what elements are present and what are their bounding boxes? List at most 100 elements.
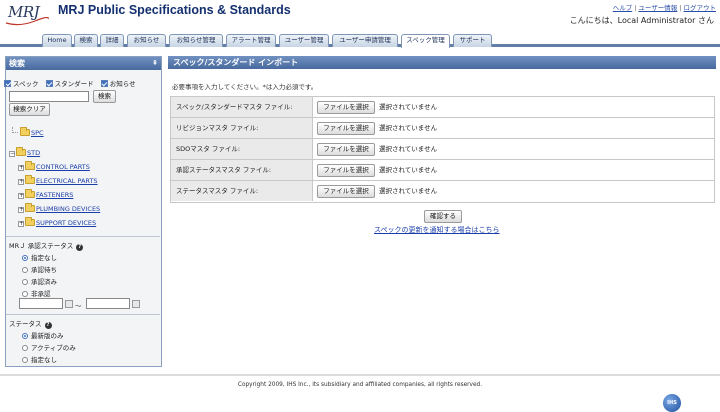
choose-file-button[interactable]: ファイルを選択 <box>317 122 375 135</box>
tree-item-control-parts[interactable]: + CONTROL PARTS <box>18 161 90 171</box>
file-value: ファイルを選択 選択されていません <box>313 118 714 138</box>
tree-item-support-devices[interactable]: + SUPPORT DEVICES <box>18 217 96 227</box>
checkbox-spec[interactable] <box>4 80 11 87</box>
checkbox-standard-label: スタンダード <box>54 80 94 88</box>
help-icon[interactable]: ? <box>44 322 52 329</box>
expand-plus-icon[interactable]: + <box>18 179 24 185</box>
date-to-input[interactable] <box>86 298 130 309</box>
copyright: Copyright 2009, IHS Inc., its subsidiary… <box>237 382 483 388</box>
radio-status-latest[interactable]: 最新版のみ <box>22 330 64 340</box>
tab-spec-admin[interactable]: スペック管理 <box>401 34 450 48</box>
tree-item-spc[interactable]: SPC <box>12 127 44 137</box>
choose-file-button[interactable]: ファイルを選択 <box>317 164 375 177</box>
folder-icon <box>20 127 30 136</box>
file-value: ファイルを選択 選択されていません <box>313 160 714 180</box>
tree-link-electrical-parts[interactable]: ELECTRICAL PARTS <box>36 177 98 185</box>
expand-plus-icon[interactable]: + <box>18 207 24 213</box>
search-input[interactable] <box>9 91 89 102</box>
tab-details[interactable]: 詳細 <box>100 34 124 47</box>
file-value: ファイルを選択 選択されていません <box>313 181 714 201</box>
file-row: ステータスマスタ ファイル: ファイルを選択 選択されていません <box>171 181 714 202</box>
main-title: スペック/スタンダード インポート <box>168 56 716 69</box>
status-label: ステータス? <box>9 318 52 329</box>
radio-button[interactable] <box>22 291 28 297</box>
file-row: スペック/スタンダードマスタ ファイル: ファイルを選択 選択されていません <box>171 97 714 118</box>
tree-link-spc[interactable]: SPC <box>31 129 44 137</box>
folder-icon <box>25 189 35 198</box>
collapse-minus-icon[interactable]: − <box>9 151 15 157</box>
tree-item-fasteners[interactable]: + FASTENERS <box>18 189 73 199</box>
tree-item-std[interactable]: − STD <box>9 147 40 157</box>
user-info-link[interactable]: ユーザー情報 <box>638 4 677 12</box>
nav-tabs: Home 検索 詳細 お知らせ お知らせ管理 アラート管理 ユーザー管理 ユーザ… <box>0 33 720 48</box>
ihs-logo: IHS <box>663 394 681 412</box>
file-status: 選択されていません <box>379 124 438 132</box>
help-link[interactable]: ヘルプ <box>613 4 633 12</box>
choose-file-button[interactable]: ファイルを選択 <box>317 185 375 198</box>
tree-link-control-parts[interactable]: CONTROL PARTS <box>36 163 90 171</box>
approval-status-label: MRＪ 承認ステータス? <box>9 240 84 251</box>
sidebar-title: 検索 <box>9 59 25 68</box>
expand-plus-icon[interactable]: + <box>18 165 24 171</box>
expand-plus-icon[interactable]: + <box>18 221 24 227</box>
date-from-input[interactable] <box>19 298 63 309</box>
expand-plus-icon[interactable]: + <box>18 193 24 199</box>
file-status: 選択されていません <box>379 103 438 111</box>
radio-button[interactable] <box>22 333 28 339</box>
tree-link-support-devices[interactable]: SUPPORT DEVICES <box>36 219 96 227</box>
file-label: リビジョンマスタ ファイル: <box>171 118 313 138</box>
tab-notice-admin[interactable]: お知らせ管理 <box>169 34 223 47</box>
tree-item-plumbing-devices[interactable]: + PLUMBING DEVICES <box>18 203 100 213</box>
radio-approval-approved[interactable]: 承認済み <box>22 276 57 286</box>
choose-file-button[interactable]: ファイルを選択 <box>317 143 375 156</box>
checkbox-notice[interactable] <box>100 80 108 87</box>
mrj-logo: MRJ <box>5 2 49 28</box>
calendar-icon[interactable] <box>132 300 140 308</box>
confirm-button[interactable]: 確認する <box>424 210 462 223</box>
radio-button[interactable] <box>22 267 28 273</box>
radio-button[interactable] <box>22 279 28 285</box>
divider <box>6 314 160 315</box>
radio-approval-pending[interactable]: 承認待ち <box>22 264 57 274</box>
radio-button[interactable] <box>22 255 28 261</box>
clear-search-button[interactable]: 検索クリア <box>9 103 50 116</box>
file-label: ステータスマスタ ファイル: <box>171 181 313 201</box>
tree-item-electrical-parts[interactable]: + ELECTRICAL PARTS <box>18 175 98 185</box>
logo-swoosh-icon <box>5 17 49 26</box>
radio-status-none[interactable]: 指定なし <box>22 354 57 364</box>
notify-link[interactable]: スペックの更新を通知する場合はこちら <box>374 225 500 235</box>
tree-link-fasteners[interactable]: FASTENERS <box>36 191 73 199</box>
logout-link[interactable]: ログアウト <box>684 4 717 12</box>
search-button[interactable]: 検索 <box>93 90 116 103</box>
file-status: 選択されていません <box>379 166 438 174</box>
tab-user-request-admin[interactable]: ユーザー申請管理 <box>332 34 398 47</box>
calendar-icon[interactable] <box>65 300 73 308</box>
tab-notices[interactable]: お知らせ <box>127 34 166 47</box>
top-links: ヘルプ | ユーザー情報 | ログアウト <box>612 4 717 12</box>
header: MRJ MRJ Public Specifications & Standard… <box>0 0 720 34</box>
tab-home[interactable]: Home <box>42 34 72 47</box>
required-note: 必要事項を入力してください。*は入力必須です。 <box>172 83 318 91</box>
tab-alert-admin[interactable]: アラート管理 <box>226 34 276 47</box>
tree-link-std[interactable]: STD <box>27 149 40 157</box>
collapse-icon[interactable]: ⇞ <box>152 57 158 70</box>
radio-button[interactable] <box>22 357 28 363</box>
help-icon[interactable]: ? <box>76 244 84 251</box>
radio-approval-rejected[interactable]: 非承認 <box>22 288 51 298</box>
folder-icon <box>16 147 26 156</box>
file-status: 選択されていません <box>379 187 438 195</box>
sidebar-header: 検索 ⇞ <box>6 57 161 70</box>
tab-search[interactable]: 検索 <box>74 34 98 47</box>
tab-user-admin[interactable]: ユーザー管理 <box>279 34 329 47</box>
date-range-separator: 〜 <box>75 302 82 310</box>
tree-link-plumbing-devices[interactable]: PLUMBING DEVICES <box>36 205 100 213</box>
radio-button[interactable] <box>22 345 28 351</box>
tab-support[interactable]: サポート <box>453 34 492 47</box>
radio-approval-none[interactable]: 指定なし <box>22 252 57 262</box>
choose-file-button[interactable]: ファイルを選択 <box>317 101 375 114</box>
tree-connector <box>12 127 18 133</box>
checkbox-standard[interactable] <box>45 80 53 87</box>
file-row: 承認ステータスマスタ ファイル: ファイルを選択 選択されていません <box>171 160 714 181</box>
file-value: ファイルを選択 選択されていません <box>313 97 714 117</box>
radio-status-active[interactable]: アクティブのみ <box>22 342 76 352</box>
